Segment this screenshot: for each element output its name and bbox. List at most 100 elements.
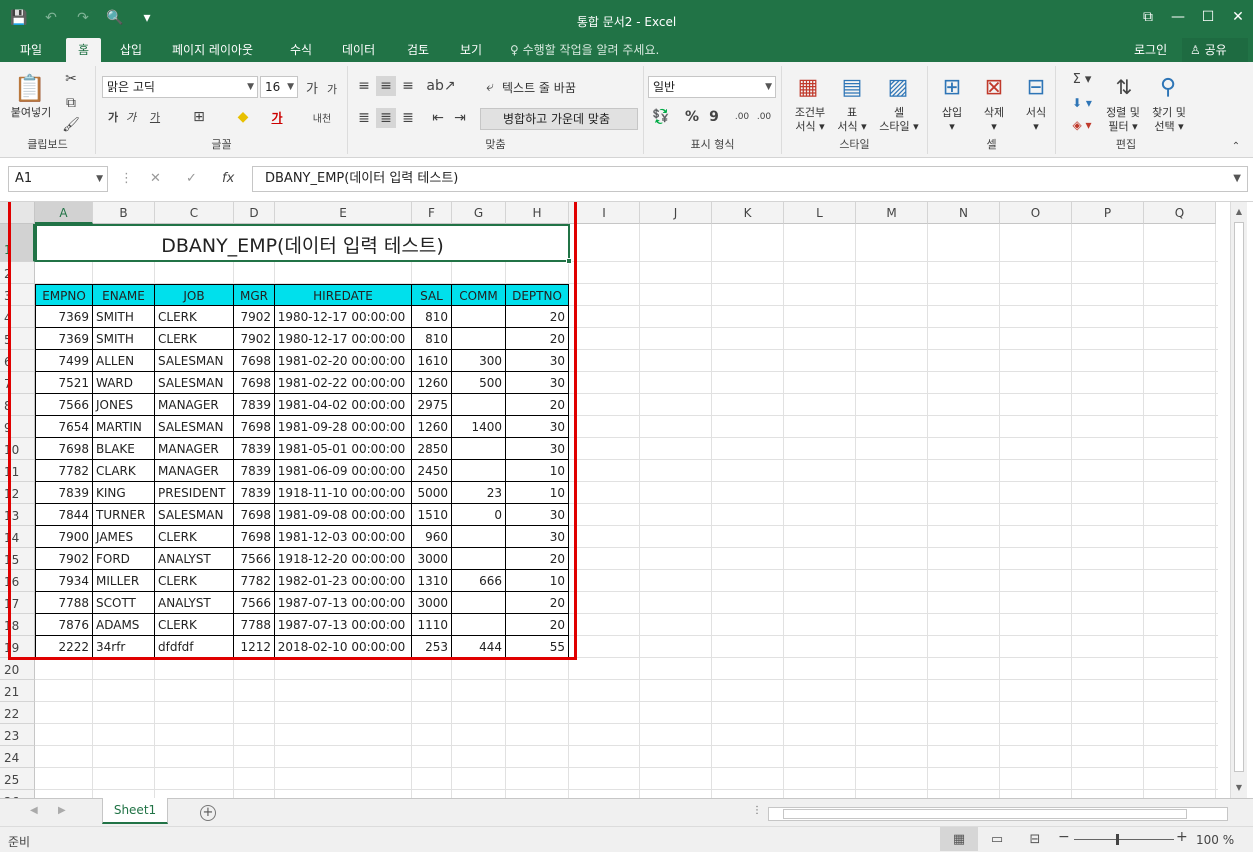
row-header-16[interactable]: 16 [0, 570, 35, 592]
cell-styles-button[interactable]: 셀 스타일 ▾ [872, 106, 926, 134]
table-cell[interactable]: 7902 [234, 306, 275, 328]
table-cell[interactable]: 3000 [412, 592, 452, 614]
table-cell[interactable] [452, 328, 506, 350]
table-cell[interactable]: 1981-06-09 00:00:00 [275, 460, 412, 482]
table-cell[interactable]: 7654 [35, 416, 93, 438]
table-cell[interactable]: 7839 [234, 394, 275, 416]
find-select-icon[interactable]: ⚲ [1152, 70, 1184, 104]
table-cell[interactable]: CLERK [155, 328, 234, 350]
zoom-knob[interactable] [1116, 834, 1119, 845]
table-cell[interactable] [452, 438, 506, 460]
table-cell[interactable]: 2975 [412, 394, 452, 416]
table-cell[interactable]: 1918-11-10 00:00:00 [275, 482, 412, 504]
font-color-icon[interactable]: 가 [266, 108, 288, 126]
table-cell[interactable]: 20 [506, 548, 569, 570]
tab-formulas[interactable]: 수식 [278, 38, 324, 62]
row-header-1[interactable]: 1 [0, 224, 35, 262]
column-header-q[interactable]: Q [1144, 202, 1216, 224]
table-cell[interactable]: 7782 [234, 570, 275, 592]
delete-cells-icon[interactable]: ⊠ [978, 70, 1010, 104]
name-box[interactable]: A1 ▼ [8, 166, 108, 192]
number-format-dropdown[interactable]: 일반 ▼ [648, 76, 776, 98]
table-cell[interactable]: 7788 [234, 614, 275, 636]
bold-icon[interactable]: 가 [104, 108, 122, 126]
row-header-19[interactable]: 19 [0, 636, 35, 658]
format-as-table-icon[interactable]: ▤ [836, 70, 868, 104]
table-cell[interactable]: 1981-09-08 00:00:00 [275, 504, 412, 526]
scroll-down-icon[interactable]: ▼ [1231, 780, 1247, 796]
table-cell[interactable]: 7698 [234, 504, 275, 526]
table-cell[interactable]: 7839 [234, 460, 275, 482]
table-cell[interactable]: 7902 [234, 328, 275, 350]
table-cell[interactable] [452, 614, 506, 636]
table-cell[interactable]: 7876 [35, 614, 93, 636]
sort-filter-icon[interactable]: ⇅ [1108, 70, 1140, 104]
header-cell-hiredate[interactable]: HIREDATE [275, 284, 412, 306]
table-cell[interactable]: SALESMAN [155, 372, 234, 394]
table-cell[interactable]: 30 [506, 372, 569, 394]
table-cell[interactable]: 7782 [35, 460, 93, 482]
column-header-p[interactable]: P [1072, 202, 1144, 224]
table-cell[interactable]: MARTIN [93, 416, 155, 438]
table-cell[interactable]: 1260 [412, 372, 452, 394]
row-header-13[interactable]: 13 [0, 504, 35, 526]
tab-home[interactable]: 홈 [66, 38, 102, 62]
table-cell[interactable]: 1610 [412, 350, 452, 372]
page-layout-view-icon[interactable]: ▭ [978, 827, 1016, 851]
table-cell[interactable]: 20 [506, 394, 569, 416]
table-cell[interactable]: 2850 [412, 438, 452, 460]
formula-input[interactable]: DBANY_EMP(데이터 입력 테스트) ▼ [252, 166, 1248, 192]
row-header-7[interactable]: 7 [0, 372, 35, 394]
table-cell[interactable]: SCOTT [93, 592, 155, 614]
increase-indent-icon[interactable]: ⇥ [450, 108, 470, 128]
column-header-n[interactable]: N [928, 202, 1000, 224]
conditional-formatting-button[interactable]: 조건부 서식 ▾ [784, 106, 836, 134]
table-cell[interactable]: 1987-07-13 00:00:00 [275, 592, 412, 614]
column-header-m[interactable]: M [856, 202, 928, 224]
underline-icon[interactable]: 가 [144, 108, 166, 126]
insert-function-icon[interactable]: fx [222, 166, 234, 192]
table-cell[interactable]: 2018-02-10 00:00:00 [275, 636, 412, 658]
header-cell-sal[interactable]: SAL [412, 284, 452, 306]
table-cell[interactable]: JONES [93, 394, 155, 416]
table-cell[interactable]: 7698 [234, 526, 275, 548]
table-cell[interactable]: ANALYST [155, 548, 234, 570]
table-cell[interactable]: 2450 [412, 460, 452, 482]
table-cell[interactable]: SMITH [93, 306, 155, 328]
insert-cells-icon[interactable]: ⊞ [936, 70, 968, 104]
table-cell[interactable]: 7698 [234, 372, 275, 394]
row-header-11[interactable]: 11 [0, 460, 35, 482]
row-header-17[interactable]: 17 [0, 592, 35, 614]
add-sheet-button[interactable]: + [200, 805, 216, 821]
table-cell[interactable]: 7788 [35, 592, 93, 614]
clear-icon[interactable]: ◈ ▾ [1064, 116, 1100, 134]
insert-cells-button[interactable]: 삽입 ▾ [934, 106, 970, 134]
table-cell[interactable]: 20 [506, 306, 569, 328]
fill-handle[interactable] [566, 258, 572, 264]
increase-decimal-icon[interactable]: .00 [732, 108, 752, 126]
grow-font-icon[interactable]: 가 [304, 78, 320, 97]
close-button[interactable]: ✕ [1223, 0, 1253, 34]
column-header-a[interactable]: A [35, 202, 93, 224]
table-cell[interactable]: 7698 [234, 350, 275, 372]
tell-me-search[interactable]: ♀ 수행할 작업을 알려 주세요. [510, 38, 659, 62]
column-header-l[interactable]: L [784, 202, 856, 224]
cut-icon[interactable]: ✂ [62, 70, 80, 88]
next-sheet-icon[interactable]: ▶ [58, 805, 66, 816]
table-cell[interactable]: 23 [452, 482, 506, 504]
table-cell[interactable]: 7900 [35, 526, 93, 548]
table-cell[interactable]: 7521 [35, 372, 93, 394]
header-cell-comm[interactable]: COMM [452, 284, 506, 306]
conditional-formatting-icon[interactable]: ▦ [792, 70, 824, 104]
table-cell[interactable]: 30 [506, 504, 569, 526]
table-cell[interactable]: 1982-01-23 00:00:00 [275, 570, 412, 592]
table-cell[interactable]: FORD [93, 548, 155, 570]
column-header-j[interactable]: J [640, 202, 712, 224]
table-cell[interactable] [452, 548, 506, 570]
vertical-scrollbar[interactable]: ▲ ▼ [1230, 202, 1247, 798]
table-cell[interactable]: dfdfdf [155, 636, 234, 658]
row-header-9[interactable]: 9 [0, 416, 35, 438]
table-cell[interactable]: 1310 [412, 570, 452, 592]
sort-filter-button[interactable]: 정렬 및 필터 ▾ [1100, 106, 1146, 134]
zoom-level[interactable]: 100 % [1196, 833, 1234, 847]
